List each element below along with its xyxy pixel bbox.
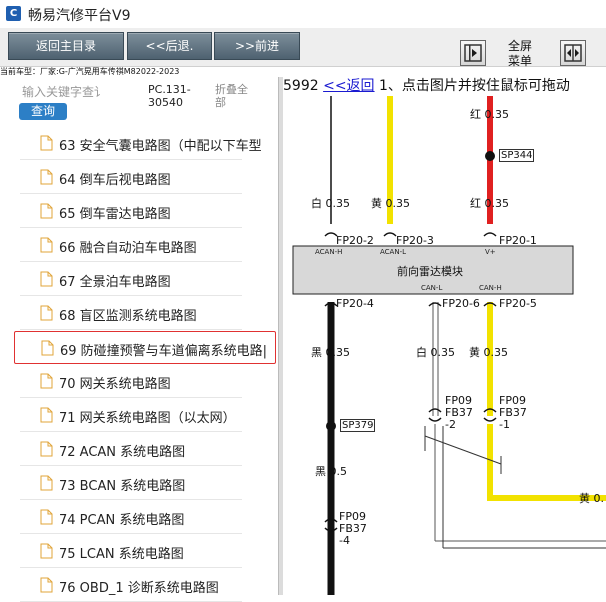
list-item-label: 75 LCAN 系统电路图 xyxy=(59,547,184,562)
document-icon xyxy=(40,373,53,392)
sidebar-list-item[interactable]: 76 OBD_1 诊断系统电路图 xyxy=(20,569,242,602)
pin-fp20-2: FP20-2 xyxy=(336,234,374,247)
back-button[interactable]: <<后退. xyxy=(127,32,212,60)
document-icon xyxy=(40,543,53,562)
sidebar-list-item[interactable]: 70 网关系统电路图 xyxy=(20,365,242,398)
title-bar: C 畅易汽修平台V9 xyxy=(0,0,606,28)
document-icon xyxy=(40,237,53,256)
sp379-splice-dot xyxy=(326,421,336,431)
sidebar-list-item[interactable]: 71 网关系统电路图（以太网） xyxy=(20,399,242,432)
pin-fp20-3: FP20-3 xyxy=(396,234,434,247)
inline-connector-arc-b2 xyxy=(483,417,497,422)
sidebar-list-item[interactable]: 68 盲区监测系统电路图 xyxy=(20,297,242,330)
document-icon xyxy=(40,135,53,154)
list-item-label: 73 BCAN 系统电路图 xyxy=(59,479,186,494)
wire-label-yellow-2: 黄 0.35 xyxy=(469,346,508,359)
document-icon xyxy=(40,475,53,494)
document-icon xyxy=(40,577,53,596)
expand-icon xyxy=(564,44,582,62)
sidebar-list-item[interactable]: 75 LCAN 系统电路图 xyxy=(20,535,242,568)
sidebar-list-item[interactable]: 64 倒车后视电路图 xyxy=(20,161,242,194)
list-item-label: 70 网关系统电路图 xyxy=(59,377,171,392)
search-input[interactable] xyxy=(18,83,144,101)
collapse-all-button[interactable]: 折叠全部 xyxy=(215,83,253,109)
signal-acan-l: ACAN-L xyxy=(380,248,407,256)
list-item-label: 63 安全气囊电路图（中配以下车型 xyxy=(59,139,262,154)
signal-can-l: CAN-L xyxy=(421,284,443,292)
wire-label-yellow-end: 黄 0. xyxy=(579,492,604,505)
list-item-label: 66 融合自动泊车电路图 xyxy=(59,241,197,256)
document-icon xyxy=(40,169,53,188)
sidebar-list-item[interactable]: 74 PCAN 系统电路图 xyxy=(20,501,242,534)
splice-sp379: SP379 xyxy=(340,419,376,432)
list-item-label: 71 网关系统电路图（以太网） xyxy=(59,411,236,426)
document-icon xyxy=(40,407,53,426)
sidebar-list-item[interactable]: 66 融合自动泊车电路图 xyxy=(20,229,242,262)
home-button[interactable]: 返回主目录 xyxy=(8,32,124,60)
sp344-splice-dot xyxy=(485,151,495,161)
connector-pin-b: -1 xyxy=(499,418,510,431)
collapse-panel-button[interactable] xyxy=(460,40,486,66)
document-icon xyxy=(41,340,54,359)
wire-label-black-2: 黑 0.5 xyxy=(315,465,347,478)
wire-label-red-2: 红 0.35 xyxy=(470,197,509,210)
sidebar-list-item[interactable]: 65 倒车雷达电路图 xyxy=(20,195,242,228)
radar-module-name: 前向雷达模块 xyxy=(397,265,463,278)
document-icon xyxy=(40,203,53,222)
list-item-label: 64 倒车后视电路图 xyxy=(59,173,171,188)
app-logo-icon: C xyxy=(6,6,21,21)
diagram-number: 5992 xyxy=(283,78,319,94)
signal-acan-h: ACAN-H xyxy=(315,248,343,256)
sidebar-list-item[interactable]: 72 ACAN 系统电路图 xyxy=(20,433,242,466)
wire-label-white-2: 白 0.35 xyxy=(416,346,455,359)
app-title: 畅易汽修平台V9 xyxy=(28,8,131,24)
pin-arc-fp20-1 xyxy=(483,232,497,237)
pin-fp20-1: FP20-1 xyxy=(499,234,537,247)
list-item-label: 74 PCAN 系统电路图 xyxy=(59,513,185,528)
sidebar-list-item[interactable]: 67 全景泊车电路图 xyxy=(20,263,242,296)
sidebar-list-item[interactable]: 69 防碰撞预警与车道偏离系统电路| xyxy=(14,331,276,364)
wire-label-yellow-1: 黄 0.35 xyxy=(371,197,410,210)
document-icon xyxy=(40,509,53,528)
list-item-label: 67 全景泊车电路图 xyxy=(59,275,171,290)
panel-toggle-icon xyxy=(464,44,482,62)
signal-can-h: CAN-H xyxy=(479,284,502,292)
wire-label-white-1: 白 0.35 xyxy=(311,197,350,210)
list-item-label: 69 防碰撞预警与车道偏离系统电路| xyxy=(60,344,268,359)
pin-arc-fp20-6 xyxy=(428,302,442,307)
signal-vplus: V+ xyxy=(485,248,496,256)
document-icon xyxy=(40,441,53,460)
diagram-instruction: 1、点击图片并按住鼠标可拖动 xyxy=(379,78,570,94)
connector-pin-c: -4 xyxy=(339,534,350,547)
connector-pin-a: -2 xyxy=(445,418,456,431)
sidebar-list-item[interactable]: 63 安全气囊电路图（中配以下车型 xyxy=(20,127,262,160)
inline-connector-arc-a xyxy=(428,408,442,413)
wire-label-red-top: 红 0.35 xyxy=(470,108,509,121)
fullscreen-button[interactable] xyxy=(560,40,586,66)
current-vehicle: 当前车型：厂家:G-广汽晃用车传祺M82022-2023 xyxy=(0,67,180,76)
list-item-label: 72 ACAN 系统电路图 xyxy=(59,445,186,460)
list-item-label: 68 盲区监测系统电路图 xyxy=(59,309,197,324)
forward-button[interactable]: >>前进 xyxy=(214,32,300,60)
search-button[interactable]: 查询 xyxy=(19,103,67,120)
list-item-label: 76 OBD_1 诊断系统电路图 xyxy=(59,581,219,596)
document-icon xyxy=(40,271,53,290)
sidebar-list-item[interactable]: 73 BCAN 系统电路图 xyxy=(20,467,242,500)
pin-fp20-4: FP20-4 xyxy=(336,297,374,310)
list-item-label: 65 倒车雷达电路图 xyxy=(59,207,171,222)
pin-fp20-6: FP20-6 xyxy=(442,297,480,310)
document-icon xyxy=(40,305,53,324)
pin-fp20-5: FP20-5 xyxy=(499,297,537,310)
diagram-header: 5992 <<返回 1、点击图片并按住鼠标可拖动 xyxy=(283,77,606,96)
diagram-code: PC.131-30540 xyxy=(148,83,191,109)
wiring-diagram[interactable]: 红 0.35 SP344 白 0.35 黄 0.35 红 0.35 FP20-2… xyxy=(283,96,606,595)
inline-connector-arc-a2 xyxy=(428,417,442,422)
diagram-back-link[interactable]: <<返回 xyxy=(323,78,374,94)
pin-arc-fp20-3 xyxy=(383,232,397,237)
splice-sp344: SP344 xyxy=(499,149,535,162)
wire-label-black-1: 黑 0.35 xyxy=(311,346,350,359)
fullscreen-label: 全屏 xyxy=(507,39,532,53)
fullscreen-menu-label[interactable]: 全屏 菜单 xyxy=(500,39,540,69)
